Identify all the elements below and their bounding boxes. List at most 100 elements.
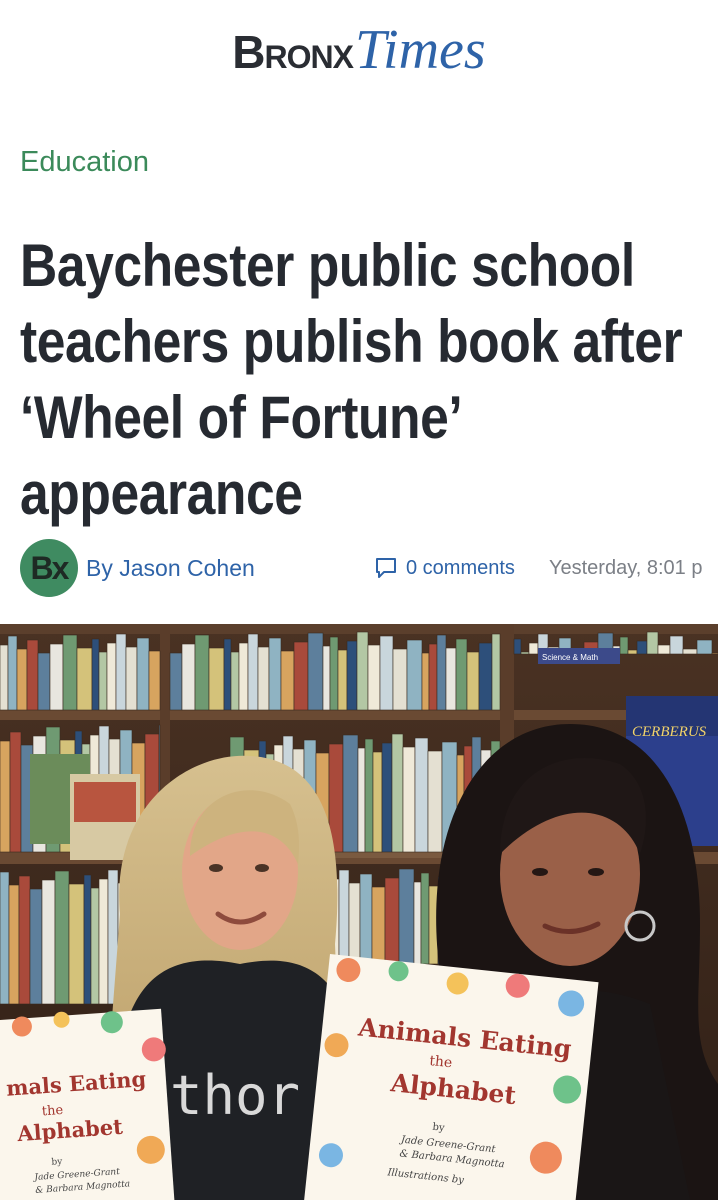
book-spine (230, 651, 240, 711)
book-spine (491, 633, 501, 711)
book-spine (421, 652, 430, 711)
book-spine (359, 873, 373, 965)
book-spine (682, 648, 698, 655)
book-spine (391, 733, 404, 853)
book-spine (384, 877, 400, 965)
book-spine (76, 647, 93, 711)
headline-line: appearance (20, 460, 303, 527)
book-spine (0, 871, 10, 1005)
book-spine (329, 636, 339, 711)
book-right-title-2: the (429, 1053, 453, 1071)
book-right-by: by (432, 1122, 445, 1134)
book-spine (445, 647, 457, 711)
book-spine (62, 634, 78, 711)
book-spine (194, 634, 210, 711)
shelf-sign-text: Science & Math (542, 653, 598, 662)
book-spine (136, 637, 150, 711)
book-spine (427, 750, 443, 853)
photo-illustration: Science & Math CERBERUS thor mals Eating… (0, 624, 718, 1200)
book-spine (402, 746, 416, 853)
book-spine (247, 633, 259, 711)
book-spine (148, 650, 161, 711)
book-spine (357, 747, 366, 853)
book-spine (115, 633, 127, 711)
book-spine (372, 751, 383, 853)
book-spine (455, 638, 468, 711)
book-spine (16, 648, 28, 711)
book-spine (627, 649, 638, 655)
book-spine (338, 869, 350, 965)
book-spine (106, 642, 117, 711)
byline: Bx By Jason Cohen 0 comments Yesterday, … (20, 538, 718, 598)
book-spine (268, 637, 282, 711)
logo-bronx: Bronx (232, 26, 354, 78)
category-link[interactable]: Education (20, 146, 149, 179)
author-avatar[interactable]: Bx (20, 539, 78, 597)
book-spine (420, 872, 430, 965)
book-spine (356, 631, 369, 711)
book-spine (398, 868, 415, 965)
book-spine (436, 634, 447, 711)
book-spine (26, 639, 39, 711)
book-spine (636, 640, 648, 655)
book-spine (364, 738, 374, 853)
comments-link[interactable]: 0 comments (374, 557, 515, 580)
book-spine (371, 886, 386, 965)
book-left-by: by (51, 1157, 63, 1168)
book-spine (0, 740, 11, 853)
book-spine (413, 881, 422, 965)
article-photo[interactable]: Science & Math CERBERUS thor mals Eating… (0, 624, 718, 1200)
book-spine (379, 635, 394, 711)
book-spine (280, 650, 295, 711)
book-spine (381, 742, 393, 853)
book-spine (91, 638, 100, 711)
book-spine (696, 639, 713, 655)
book-spine (9, 731, 22, 853)
book-spine (98, 878, 109, 1005)
masthead: Bronx Times (0, 0, 718, 100)
book-spine (406, 639, 423, 711)
book-spine (414, 737, 429, 853)
publish-date: Yesterday, 8:01 p (549, 556, 703, 579)
book-spine (98, 651, 108, 711)
headline-line: teachers publish book after (20, 308, 683, 375)
book-spine (346, 640, 358, 711)
shirt-text: thor (170, 1064, 300, 1127)
book-spine (181, 643, 196, 711)
book-spine (7, 635, 18, 711)
book-spine (169, 652, 183, 711)
headline-line: ‘Wheel of Fortune’ (20, 384, 463, 451)
book-spine (208, 647, 225, 711)
book-spine (669, 635, 684, 655)
book-spine (711, 652, 718, 655)
book-spine (528, 642, 539, 655)
book-left-title-2: the (41, 1103, 64, 1119)
book-spine (90, 887, 100, 1005)
book-spine (478, 642, 493, 711)
book-spine (520, 651, 530, 655)
book-spine (619, 636, 629, 655)
book-spine (513, 638, 522, 655)
book-spine (54, 870, 70, 1005)
book-spine (342, 734, 359, 853)
book-spine (348, 882, 361, 965)
book-spine (83, 874, 92, 1005)
book-spine (238, 642, 249, 711)
book-spine (68, 883, 85, 1005)
book-spine (428, 643, 438, 711)
book-spine (37, 652, 51, 711)
book-spine (367, 644, 381, 711)
book-spine (322, 645, 331, 711)
book-spine (0, 644, 9, 711)
book-spine (307, 632, 324, 711)
headline-line: Baychester public school (20, 232, 635, 299)
comment-icon (376, 558, 396, 578)
book-spine (293, 641, 309, 711)
book-spine (125, 646, 138, 711)
book-spine (41, 879, 56, 1005)
author-link[interactable]: By Jason Cohen (86, 555, 255, 582)
book-spine (29, 888, 43, 1005)
bronx-times-logo[interactable]: Bronx Times (232, 18, 485, 82)
book-spine (8, 884, 20, 1005)
book-cover-left: mals Eating the Alphabet by Jade Greene-… (0, 1008, 176, 1200)
